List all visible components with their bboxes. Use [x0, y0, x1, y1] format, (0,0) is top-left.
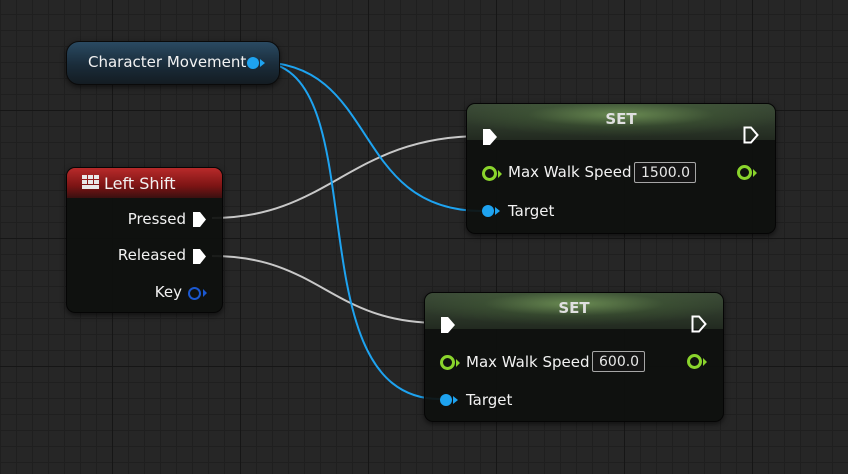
object-pin-arrow-icon [453, 396, 458, 404]
float-pin-arrow-icon [753, 169, 757, 177]
set-node-1-exec-out-pin[interactable] [743, 126, 759, 144]
key-output-pin[interactable] [188, 287, 201, 300]
left-shift-title: Left Shift [104, 174, 176, 193]
exec-wire-pressed [211, 135, 483, 219]
set-node-2-header: SET [425, 293, 723, 329]
set-node-2-exec-out-pin[interactable] [691, 315, 707, 333]
set-node-2-value-output-pin[interactable] [687, 354, 702, 369]
object-pin-arrow-icon [260, 59, 265, 67]
set-node-1-title: SET [605, 110, 637, 128]
keyboard-icon [82, 175, 99, 189]
set-node-1-target-label: Target [508, 202, 555, 220]
pressed-exec-pin[interactable] [192, 211, 207, 228]
character-movement-label: Character Movement [88, 53, 247, 71]
float-pin-arrow-icon [456, 359, 460, 367]
set-node-1-target-pin[interactable] [482, 205, 494, 217]
released-label: Released [117, 246, 186, 264]
set-node-2-value-input-pin[interactable] [440, 355, 455, 370]
struct-pin-arrow-icon [203, 289, 207, 297]
key-label: Key [154, 283, 182, 301]
pressed-label: Pressed [127, 210, 186, 228]
set-max-walk-speed-node-2[interactable]: SET Max Walk Speed 600.0 Target [424, 292, 724, 422]
set-node-2-target-label: Target [466, 391, 513, 409]
set-node-1-value-input-pin[interactable] [482, 166, 497, 181]
set-node-1-property-label: Max Walk Speed [508, 163, 632, 181]
left-shift-header: Left Shift [67, 168, 222, 198]
set-node-1-exec-in-pin[interactable] [482, 128, 498, 146]
set-max-walk-speed-node-1[interactable]: SET Max Walk Speed 1500.0 Target [466, 103, 776, 234]
set-node-2-title: SET [558, 299, 590, 317]
set-node-2-target-pin[interactable] [440, 394, 452, 406]
float-pin-arrow-icon [703, 358, 707, 366]
set-node-2-value-field[interactable]: 600.0 [592, 351, 645, 372]
set-node-1-value-field[interactable]: 1500.0 [634, 162, 696, 183]
character-movement-output-pin[interactable] [247, 57, 259, 69]
set-node-1-value-output-pin[interactable] [737, 165, 752, 180]
set-node-2-property-label: Max Walk Speed [466, 353, 590, 371]
object-pin-arrow-icon [495, 207, 500, 215]
object-wire-target-2 [257, 61, 441, 400]
released-exec-pin[interactable] [192, 248, 207, 265]
character-movement-node[interactable]: Character Movement [66, 41, 280, 85]
set-node-2-exec-in-pin[interactable] [440, 316, 456, 334]
exec-wire-released [211, 255, 441, 324]
set-node-1-header: SET [467, 104, 775, 140]
left-shift-event-node[interactable]: Left Shift Pressed Released Key [66, 167, 223, 313]
float-pin-arrow-icon [498, 170, 502, 178]
object-wire-target-1 [257, 61, 483, 212]
